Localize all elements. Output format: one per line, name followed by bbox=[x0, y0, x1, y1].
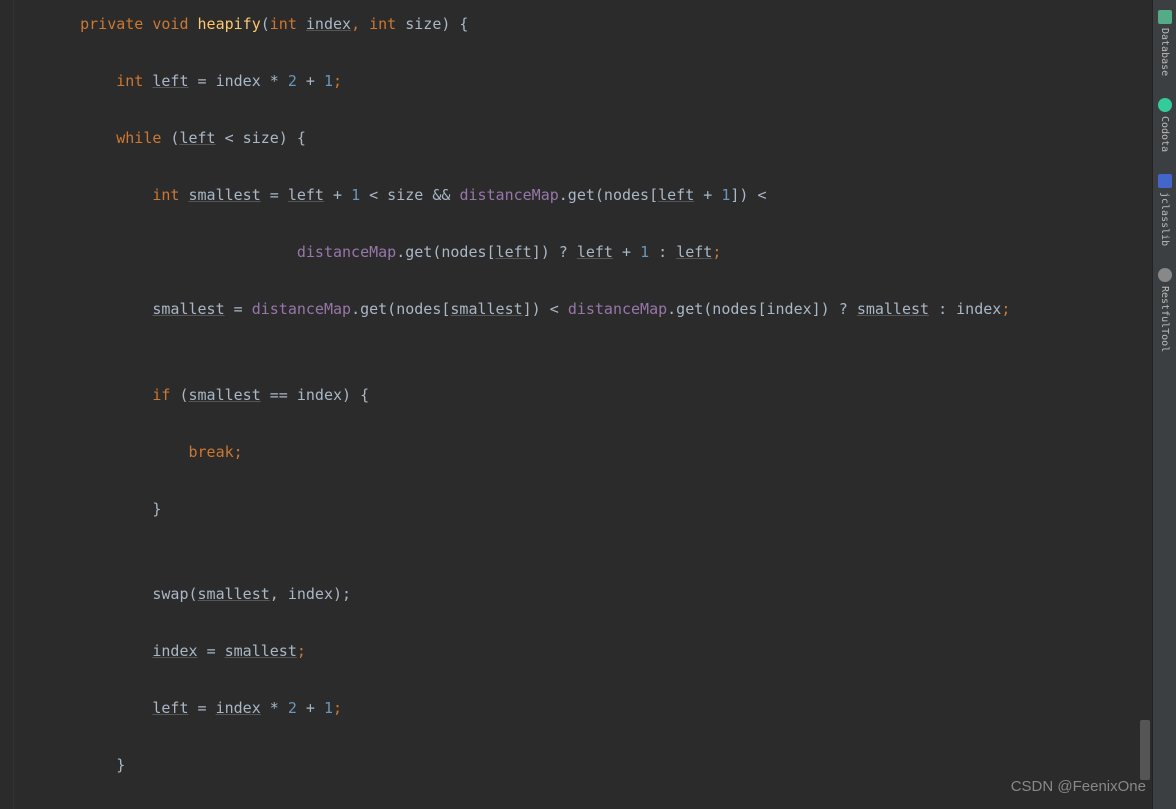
code-editor: private void heapify(int index, int size… bbox=[0, 0, 1176, 809]
var: index bbox=[216, 699, 261, 717]
code-content[interactable]: private void heapify(int index, int size… bbox=[14, 0, 1152, 809]
code-text: = index * bbox=[198, 72, 279, 90]
sidebar-label: jclasslib bbox=[1155, 192, 1174, 246]
code-text: , index); bbox=[270, 585, 351, 603]
keyword: void bbox=[152, 15, 188, 33]
var: left bbox=[676, 243, 712, 261]
op: + bbox=[622, 243, 631, 261]
number: 1 bbox=[640, 243, 649, 261]
var: index bbox=[152, 642, 197, 660]
var: smallest bbox=[225, 642, 297, 660]
number: 1 bbox=[351, 186, 360, 204]
var: smallest bbox=[450, 300, 522, 318]
var: left bbox=[577, 243, 613, 261]
op: + bbox=[703, 186, 712, 204]
op: = bbox=[270, 186, 279, 204]
code-text: ]) < bbox=[523, 300, 559, 318]
op: + bbox=[306, 699, 315, 717]
code-text: ]) < bbox=[730, 186, 766, 204]
code-text: .get(nodes[index]) ? bbox=[667, 300, 848, 318]
keyword: break bbox=[189, 443, 234, 461]
code-text: .get(nodes[ bbox=[351, 300, 450, 318]
keyword: while bbox=[116, 129, 161, 147]
method-name: heapify bbox=[198, 15, 261, 33]
sidebar-label: RestfulTool bbox=[1155, 286, 1174, 352]
watermark: CSDN @FeenixOne bbox=[1011, 773, 1146, 802]
type: int bbox=[270, 15, 297, 33]
database-icon bbox=[1158, 10, 1172, 24]
op: = bbox=[198, 699, 207, 717]
op: : bbox=[658, 243, 667, 261]
param: size bbox=[405, 15, 441, 33]
code-text: < size && bbox=[369, 186, 450, 204]
var: left bbox=[658, 186, 694, 204]
vertical-scrollbar[interactable] bbox=[1140, 720, 1150, 780]
type: int bbox=[369, 15, 396, 33]
codota-icon bbox=[1158, 98, 1172, 112]
number: 1 bbox=[324, 72, 333, 90]
op: + bbox=[333, 186, 342, 204]
code-text: ]) ? bbox=[532, 243, 568, 261]
var: left bbox=[288, 186, 324, 204]
var: left bbox=[496, 243, 532, 261]
sidebar-item-codota[interactable]: Codota bbox=[1153, 92, 1176, 158]
sidebar-item-restfultool[interactable]: RestfulTool bbox=[1153, 262, 1176, 358]
var: left bbox=[152, 72, 188, 90]
code-text: < size) { bbox=[225, 129, 306, 147]
code-text: swap( bbox=[152, 585, 197, 603]
field: distanceMap bbox=[297, 243, 396, 261]
sidebar-item-database[interactable]: Database bbox=[1153, 4, 1176, 82]
var: smallest bbox=[189, 186, 261, 204]
code-text: .get(nodes[ bbox=[559, 186, 658, 204]
code-text: .get(nodes[ bbox=[396, 243, 495, 261]
keyword: if bbox=[152, 386, 170, 404]
var: smallest bbox=[189, 386, 261, 404]
code-text: == index) { bbox=[270, 386, 369, 404]
number: 1 bbox=[324, 699, 333, 717]
op: * bbox=[270, 699, 279, 717]
field: distanceMap bbox=[459, 186, 558, 204]
number: 2 bbox=[288, 72, 297, 90]
type: int bbox=[116, 72, 143, 90]
field: distanceMap bbox=[568, 300, 667, 318]
var: smallest bbox=[152, 300, 224, 318]
field: distanceMap bbox=[252, 300, 351, 318]
gutter bbox=[0, 0, 14, 809]
sidebar-item-jclasslib[interactable]: jclasslib bbox=[1153, 168, 1176, 252]
op: + bbox=[306, 72, 315, 90]
op: = bbox=[207, 642, 216, 660]
number: 2 bbox=[288, 699, 297, 717]
param: index bbox=[306, 15, 351, 33]
var: left bbox=[179, 129, 215, 147]
var: smallest bbox=[198, 585, 270, 603]
var: left bbox=[152, 699, 188, 717]
tool-sidebar: Database Codota jclasslib RestfulTool bbox=[1152, 0, 1176, 809]
type: int bbox=[152, 186, 179, 204]
sidebar-label: Database bbox=[1155, 28, 1174, 76]
op: = bbox=[234, 300, 243, 318]
keyword: private bbox=[80, 15, 143, 33]
restfultool-icon bbox=[1158, 268, 1172, 282]
var: smallest bbox=[857, 300, 929, 318]
sidebar-label: Codota bbox=[1155, 116, 1174, 152]
jclasslib-icon bbox=[1158, 174, 1172, 188]
